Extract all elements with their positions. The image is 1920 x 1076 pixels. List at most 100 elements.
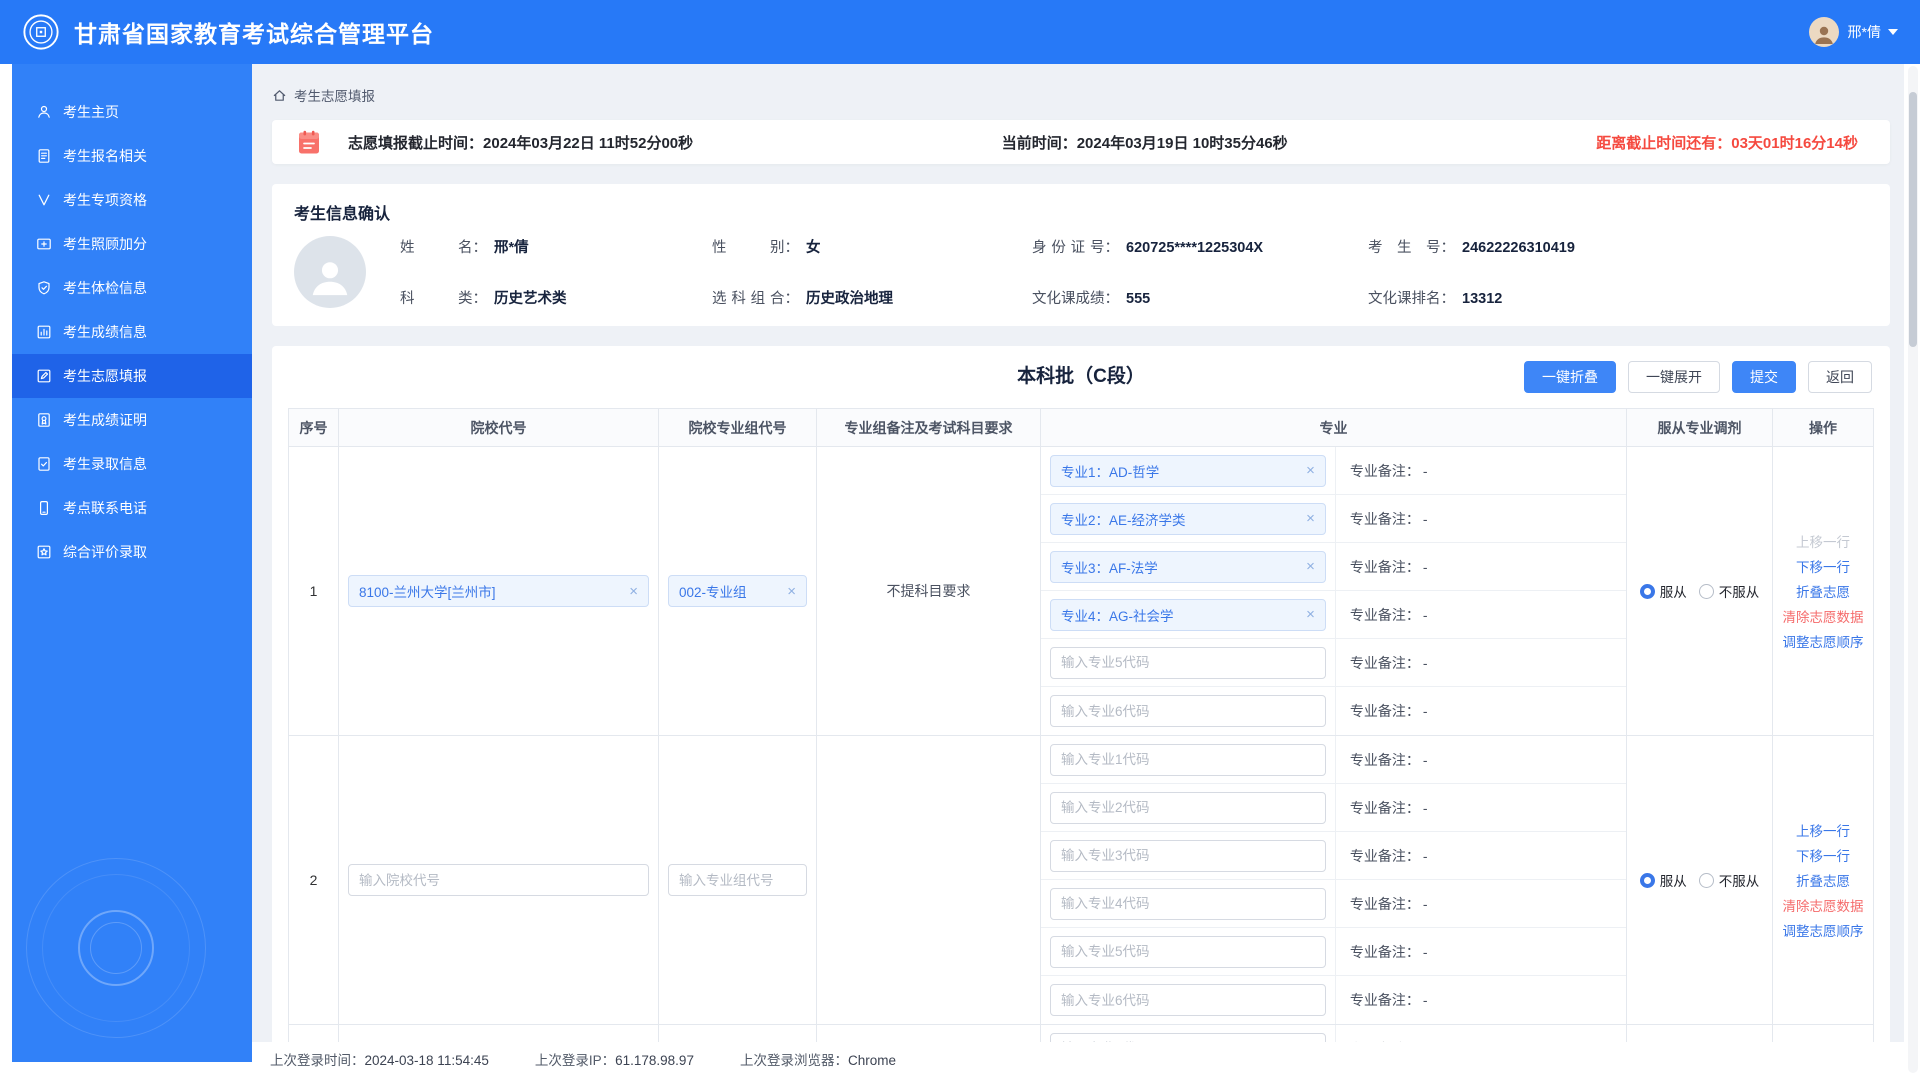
major-tag[interactable]: 专业1：AD-哲学 × <box>1050 455 1326 487</box>
radio-option[interactable]: 不服从 <box>1699 870 1760 890</box>
last-login-time: 上次登录时间：2024-03-18 11:54:45 <box>270 1049 489 1069</box>
column-header-actions: 操作 <box>1773 409 1873 446</box>
radio-option[interactable]: 不服从 <box>1699 581 1760 601</box>
radio-label: 服从 <box>1660 870 1687 890</box>
major-code-input[interactable] <box>1050 695 1326 727</box>
content-area: 考生志愿填报 志愿填报截止时间：2024年03月22日 11时52分00秒 当前… <box>252 64 1904 1076</box>
major-input-wrap: 专业3：AF-法学× <box>1041 543 1336 590</box>
candidate-info-card: 考生信息确认 姓名：邢*倩性别：女身份证号：620725****1225304X… <box>272 184 1890 326</box>
action-clear[interactable]: 清除志愿数据 <box>1783 895 1864 915</box>
remaining-time: 距离截止时间还有：03天01时16分14秒 <box>1596 132 1858 153</box>
action-collapse[interactable]: 折叠志愿 <box>1796 870 1850 890</box>
radio-icon <box>1640 584 1655 599</box>
major-input-wrap <box>1041 832 1336 879</box>
major-code-input[interactable] <box>1050 647 1326 679</box>
breadcrumb: 考生志愿填报 <box>272 84 1890 106</box>
sidebar-item-certificate[interactable]: 考生成绩证明 <box>12 398 252 442</box>
action-reorder[interactable]: 调整志愿顺序 <box>1783 631 1864 651</box>
major-code-input[interactable] <box>1050 840 1326 872</box>
sidebar-item-evaluation[interactable]: 综合评价录取 <box>12 530 252 574</box>
star-icon <box>36 544 52 560</box>
info-field: 身份证号：620725****1225304X <box>1032 236 1368 257</box>
sidebar-item-admission[interactable]: 考生录取信息 <box>12 442 252 486</box>
sidebar-item-qualification[interactable]: 考生专项资格 <box>12 178 252 222</box>
sidebar-item-home[interactable]: 考生主页 <box>12 90 252 134</box>
remove-tag-icon[interactable]: × <box>1306 510 1315 527</box>
remove-tag-icon[interactable]: × <box>1306 558 1315 575</box>
submit-button[interactable]: 提交 <box>1732 361 1796 393</box>
major-note-label: 专业备注： <box>1350 894 1420 914</box>
remove-tag-icon[interactable]: × <box>1306 462 1315 479</box>
action-move-down[interactable]: 下移一行 <box>1796 845 1850 865</box>
major-tag-label: 专业1：AD-哲学 <box>1061 461 1159 481</box>
action-move-down[interactable]: 下移一行 <box>1796 556 1850 576</box>
radio-option-selected[interactable]: 服从 <box>1640 870 1687 890</box>
remove-tag-icon[interactable]: × <box>1306 606 1315 623</box>
edit-icon <box>36 368 52 384</box>
info-field-value: 24622226310419 <box>1462 240 1575 256</box>
info-field-value: 邢*倩 <box>494 240 529 256</box>
expand-all-button[interactable]: 一键展开 <box>1628 361 1720 393</box>
table-body: 18100-兰州大学[兰州市]×002-专业组×不提科目要求专业1：AD-哲学×… <box>289 447 1873 1076</box>
college-code-input[interactable] <box>348 864 649 896</box>
app-title: 甘肃省国家教育考试综合管理平台 <box>74 15 434 49</box>
major-code-input[interactable] <box>1050 792 1326 824</box>
scrollbar-thumb[interactable] <box>1909 92 1917 347</box>
major-note-label: 专业备注： <box>1350 509 1420 529</box>
major-input-wrap <box>1041 687 1336 735</box>
sidebar-item-medical[interactable]: 考生体检信息 <box>12 266 252 310</box>
notice-icon <box>298 130 320 155</box>
info-field-value: 620725****1225304X <box>1126 240 1263 256</box>
major-tag-label: 专业2：AE-经济学类 <box>1061 509 1186 529</box>
major-note: 专业备注：- <box>1336 736 1626 783</box>
action-collapse[interactable]: 折叠志愿 <box>1796 581 1850 601</box>
info-field-colon: ： <box>785 291 800 307</box>
college-tag[interactable]: 8100-兰州大学[兰州市]× <box>348 575 649 607</box>
sidebar-item-label: 考生成绩信息 <box>63 322 147 342</box>
sidebar-item-label: 考点联系电话 <box>63 498 147 518</box>
group-tag[interactable]: 002-专业组× <box>668 575 807 607</box>
sidebar: 考生主页考生报名相关考生专项资格考生照顾加分考生体检信息考生成绩信息考生志愿填报… <box>12 64 252 1062</box>
back-button[interactable]: 返回 <box>1808 361 1872 393</box>
sidebar-item-bonus[interactable]: 考生照顾加分 <box>12 222 252 266</box>
action-move-up[interactable]: 上移一行 <box>1796 820 1850 840</box>
sidebar-item-application[interactable]: 考生志愿填报 <box>12 354 252 398</box>
sidebar-item-registration[interactable]: 考生报名相关 <box>12 134 252 178</box>
remove-tag-icon[interactable]: × <box>787 583 796 600</box>
remove-tag-icon[interactable]: × <box>629 583 638 600</box>
major-tag[interactable]: 专业4：AG-社会学× <box>1050 599 1326 631</box>
info-field: 姓名：邢*倩 <box>400 236 712 257</box>
info-field: 性别：女 <box>712 236 1032 257</box>
major-code-input[interactable] <box>1050 936 1326 968</box>
action-clear[interactable]: 清除志愿数据 <box>1783 606 1864 626</box>
major-code-input[interactable] <box>1050 984 1326 1016</box>
info-field-colon: ： <box>473 291 488 307</box>
major-note: 专业备注：- <box>1336 928 1626 975</box>
breadcrumb-current: 考生志愿填报 <box>294 85 375 105</box>
user-menu[interactable]: 邢*倩 <box>1809 17 1898 47</box>
major-tag[interactable]: 专业2：AE-经济学类 × <box>1050 503 1326 535</box>
info-field-colon: ： <box>1441 291 1456 307</box>
radio-option-selected[interactable]: 服从 <box>1640 581 1687 601</box>
major-code-input[interactable] <box>1050 888 1326 920</box>
major-note-value: - <box>1423 944 1428 960</box>
major-note: 专业备注：- <box>1336 880 1626 927</box>
major-subrow: 专业备注：- <box>1041 928 1626 976</box>
radio-icon <box>1699 873 1714 888</box>
collapse-all-button[interactable]: 一键折叠 <box>1524 361 1616 393</box>
major-note: 专业备注：- <box>1336 832 1626 879</box>
action-reorder[interactable]: 调整志愿顺序 <box>1783 920 1864 940</box>
sidebar-item-score[interactable]: 考生成绩信息 <box>12 310 252 354</box>
sidebar-item-label: 考生专项资格 <box>63 190 147 210</box>
column-header-group: 院校专业组代号 <box>659 409 817 446</box>
major-subrow: 专业2：AE-经济学类×专业备注：- <box>1041 495 1626 543</box>
major-code-input[interactable] <box>1050 744 1326 776</box>
column-header-index: 序号 <box>289 409 339 446</box>
major-subrow: 专业1：AD-哲学×专业备注：- <box>1041 447 1626 495</box>
major-note-label: 专业备注： <box>1350 653 1420 673</box>
info-field-value: 13312 <box>1462 291 1502 307</box>
group-code-input[interactable] <box>668 864 807 896</box>
major-tag[interactable]: 专业3：AF-法学× <box>1050 551 1326 583</box>
sidebar-item-phone[interactable]: 考点联系电话 <box>12 486 252 530</box>
sidebar-item-label: 考生照顾加分 <box>63 234 147 254</box>
